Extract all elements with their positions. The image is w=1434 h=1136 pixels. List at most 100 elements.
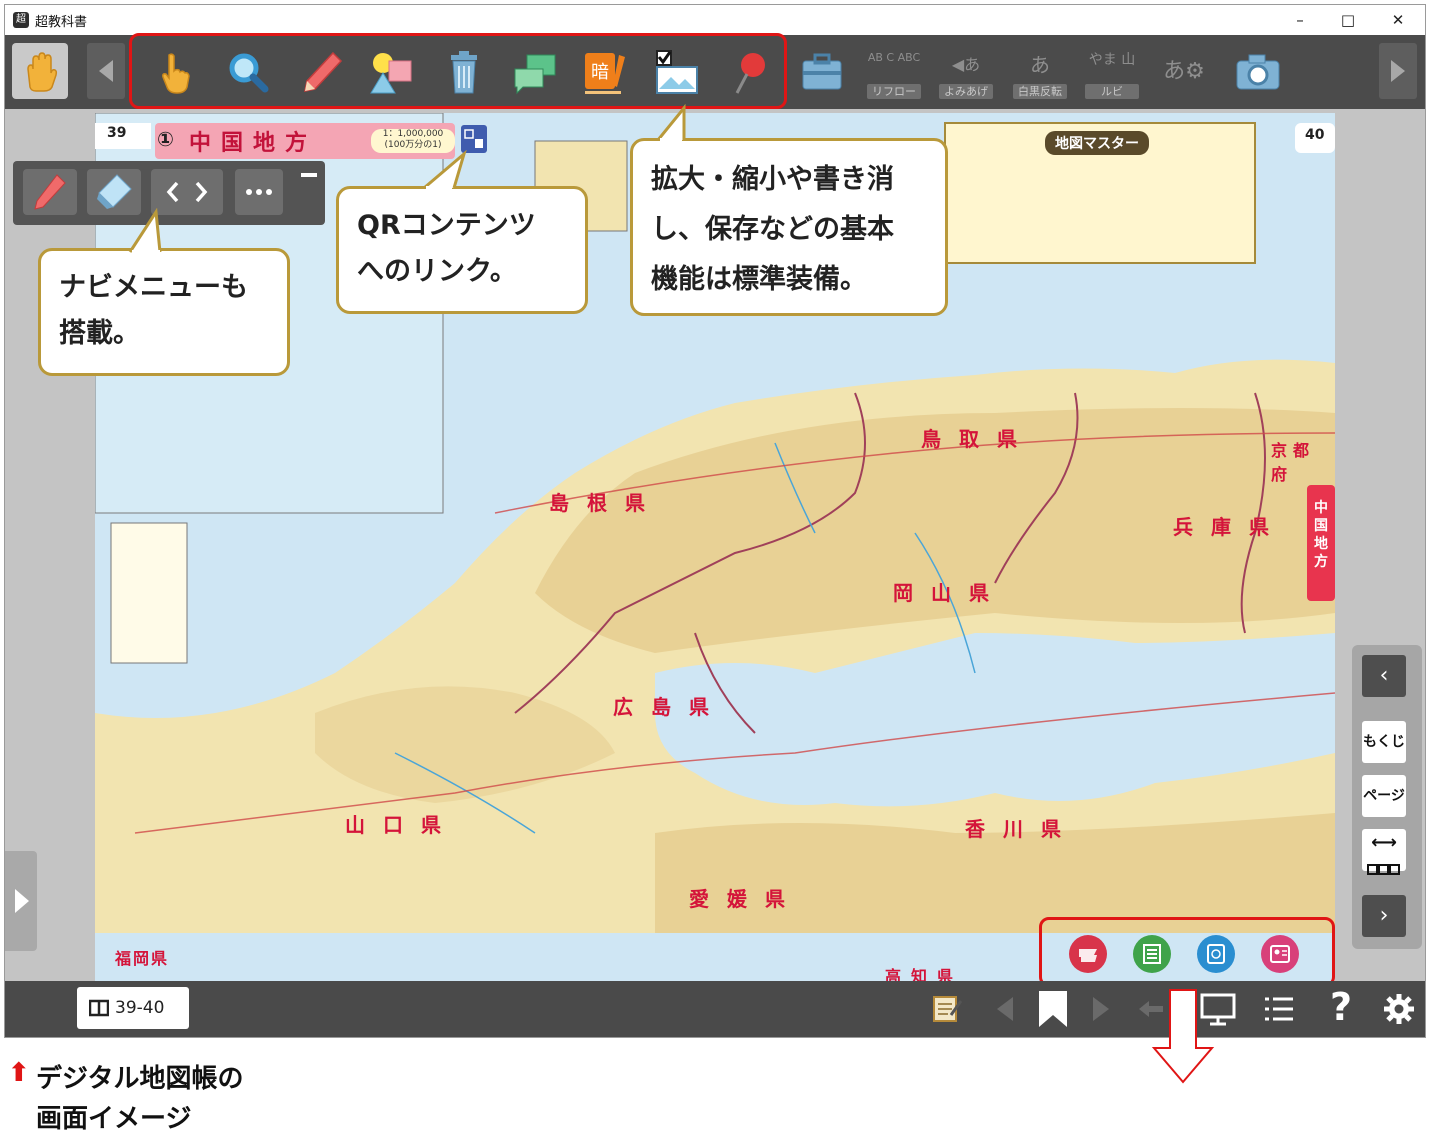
triangle-left-icon [997,997,1013,1021]
invert-color-button[interactable]: あ 白黒反転 [1013,45,1067,99]
menu-list-button[interactable] [1261,991,1297,1027]
callout-basic-line3: 機能は標準装備。 [651,264,867,295]
camera-button[interactable] [1231,47,1285,97]
navi-pen-button[interactable] [23,169,77,215]
page-jump-button[interactable]: ページ [1362,775,1406,817]
camera-icon [1236,54,1280,90]
invert-color-label: 白黒反転 [1013,84,1067,99]
navi-minimize-button[interactable] [299,167,319,181]
page-number-left: 39 [107,125,127,141]
triangle-right-icon [1391,60,1405,82]
caption-line2: 画面イメージ [36,1104,192,1134]
layers-icon [1079,949,1097,962]
page-number-right: 40 [1305,127,1325,143]
ruby-label: ルビ [1085,84,1139,99]
toolbox-icon [802,53,842,90]
text-settings-icon: あ⚙ [1163,59,1205,84]
toolbar-scroll-left-button[interactable] [87,43,125,99]
down-arrow-icon [1151,989,1215,1084]
triangle-right-icon [1093,997,1109,1021]
callout-navi-line1: ナビメニューも [59,272,248,303]
label-tottori: 鳥取県 [921,427,1035,451]
callout-qr-tail [423,150,467,190]
question-book-icon [1207,944,1225,964]
label-yamaguchi: 山口県 [345,813,459,837]
ruby-icon: やま 山 [1088,52,1136,68]
reflow-label: リフロー [867,84,921,99]
callout-navi: ナビメニューも 搭載。 [38,248,290,376]
ruby-button[interactable]: やま 山 ルビ [1085,45,1139,99]
triangle-right-icon [15,889,29,913]
label-shimane: 島根県 [549,491,663,515]
chapter-number: ① [157,127,174,151]
callout-qr-line1: QRコンテンツ [357,210,536,241]
book-icon [89,999,109,1017]
page-indicator-button[interactable]: 39-40 [77,987,189,1029]
content-link-map-button[interactable] [1069,935,1107,973]
list-menu-icon [1265,997,1293,1021]
callout-basic-tail [656,104,686,142]
label-kagawa: 香川県 [965,817,1079,841]
callout-qr-line2: へのリンク。 [357,256,517,287]
content-link-list-button[interactable] [1133,935,1171,973]
left-panel-toggle[interactable] [5,851,37,951]
prev-page-button[interactable]: ‹ [1362,655,1406,697]
app-icon: 超 [13,12,29,28]
region-side-tab[interactable]: 中国地方 [1311,499,1331,571]
toolbox-button[interactable] [795,47,849,97]
callout-navi-line2: 搭載。 [59,318,140,349]
caption-line1: デジタル地図帳の [36,1064,244,1094]
callout-basic-line1: 拡大・縮小や書き消 [651,164,894,195]
ellipsis-icon [246,189,272,195]
callout-navi-tail [128,208,162,254]
scale-ratio: 1：1,000,000 [382,129,444,139]
reflow-icon: AB C ABC [867,51,921,64]
next-page-button[interactable]: › [1362,895,1406,937]
bookmark-next-button[interactable] [1085,993,1117,1025]
bookmark-button[interactable] [1035,989,1071,1029]
text-settings-button[interactable]: あ⚙ [1157,45,1211,99]
bookmark-prev-button[interactable] [989,993,1021,1025]
label-hyogo: 兵庫県 [1173,515,1287,539]
page-boxes-icon [1367,864,1400,875]
pen-icon [34,174,66,210]
reflow-button[interactable]: AB C ABC リフロー [867,45,921,99]
callout-basic: 拡大・縮小や書き消 し、保存などの基本 機能は標準装備。 [630,138,948,316]
qr-content-link[interactable] [461,125,487,153]
toolbar-scroll-right-button[interactable] [1379,43,1417,99]
maximize-button[interactable]: □ [1325,5,1371,35]
close-button[interactable]: ✕ [1375,5,1421,35]
spread-view-button[interactable]: ⟷ [1362,829,1406,875]
right-nav-panel: ‹ もくじ ページ ⟷ › [1352,645,1422,949]
spread-arrows-icon: ⟷ [1371,832,1397,853]
minus-icon [301,173,317,177]
speaker-icon: ◀あ [951,55,981,74]
content-link-quiz-button[interactable] [1197,935,1235,973]
profile-card-icon [1270,945,1290,963]
content-link-profile-button[interactable] [1261,935,1299,973]
map-master-title: 地図マスター [1045,131,1149,155]
notepad-icon [933,996,963,1022]
map-scale: 1：1,000,000 (100万分の1) [377,129,449,151]
memo-button[interactable] [931,993,963,1025]
label-kyoto: 京都府 [1271,441,1316,484]
triangle-left-icon [99,60,113,82]
help-button[interactable]: ? [1323,985,1359,1031]
callout-qr: QRコンテンツ へのリンク。 [336,186,588,314]
bookmark-icon [1039,991,1067,1027]
read-aloud-button[interactable]: ◀あ よみあげ [939,45,993,99]
page-range: 39-40 [115,998,165,1018]
pan-tool-button[interactable] [12,43,68,99]
window-title: 超教科書 [35,15,88,30]
navi-more-button[interactable] [235,169,283,215]
label-hiroshima: 広島県 [613,695,727,719]
minimize-button[interactable]: – [1277,5,1323,35]
invert-icon: あ [1030,53,1050,77]
toc-button[interactable]: もくじ [1362,721,1406,763]
hand-icon [27,52,58,92]
map-title: 中国地方 [189,131,318,156]
caption-arrow: ⬆ [8,1058,30,1088]
navi-next-button[interactable] [187,169,223,215]
label-fukuoka: 福岡県 [115,949,170,968]
settings-button[interactable] [1381,991,1417,1027]
